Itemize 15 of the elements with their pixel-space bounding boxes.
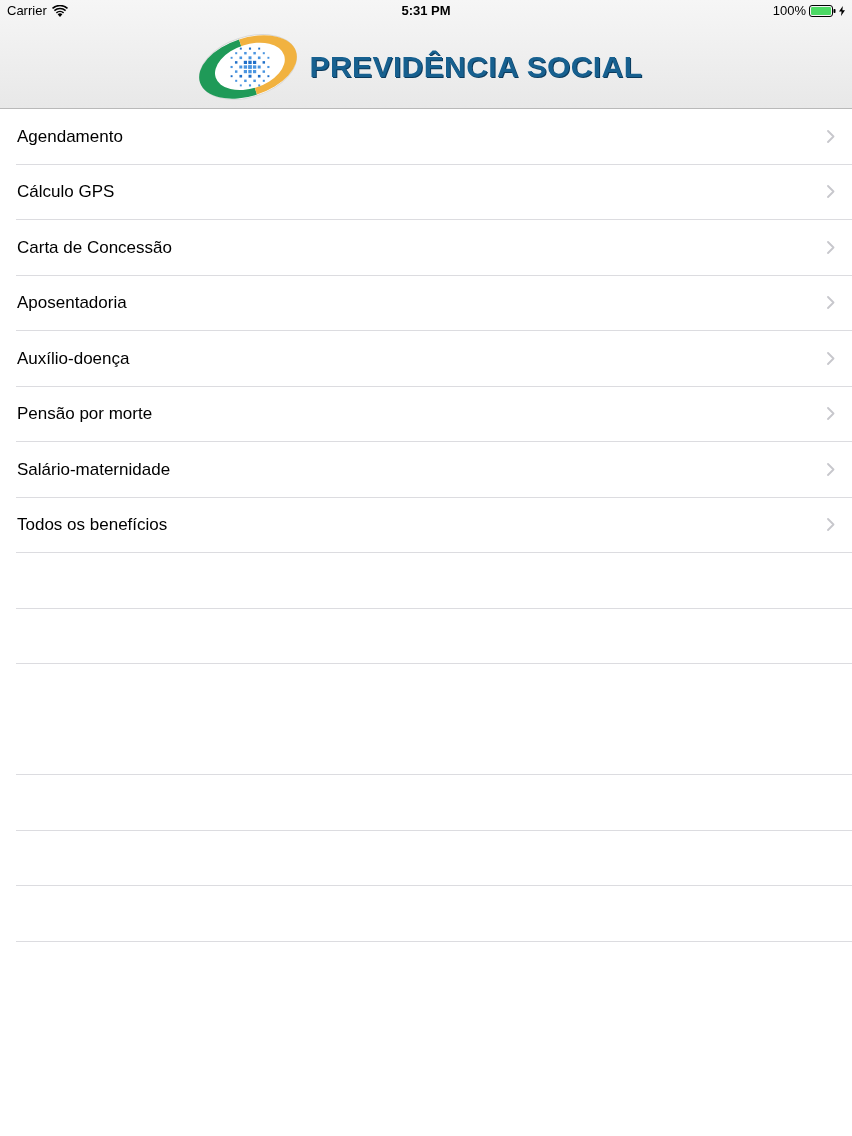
chevron-icon [827, 462, 835, 476]
clock-time: 5:31 PM [401, 2, 451, 21]
chevron-icon [827, 296, 835, 310]
chevron-icon [827, 407, 835, 421]
chevron-icon [827, 129, 835, 143]
chevron-icon [827, 240, 835, 254]
battery-icon [809, 5, 836, 17]
carrier-label: Carrier [7, 2, 47, 21]
chevron-icon [827, 518, 835, 532]
charging-bolt-icon [839, 6, 845, 16]
battery-percentage: 100% [772, 2, 806, 21]
chevron-icon [827, 351, 835, 365]
wifi-icon [51, 5, 68, 17]
logo-text: PREVIDÊNCIA SOCIAL [309, 51, 643, 82]
chevron-icon [827, 185, 835, 199]
